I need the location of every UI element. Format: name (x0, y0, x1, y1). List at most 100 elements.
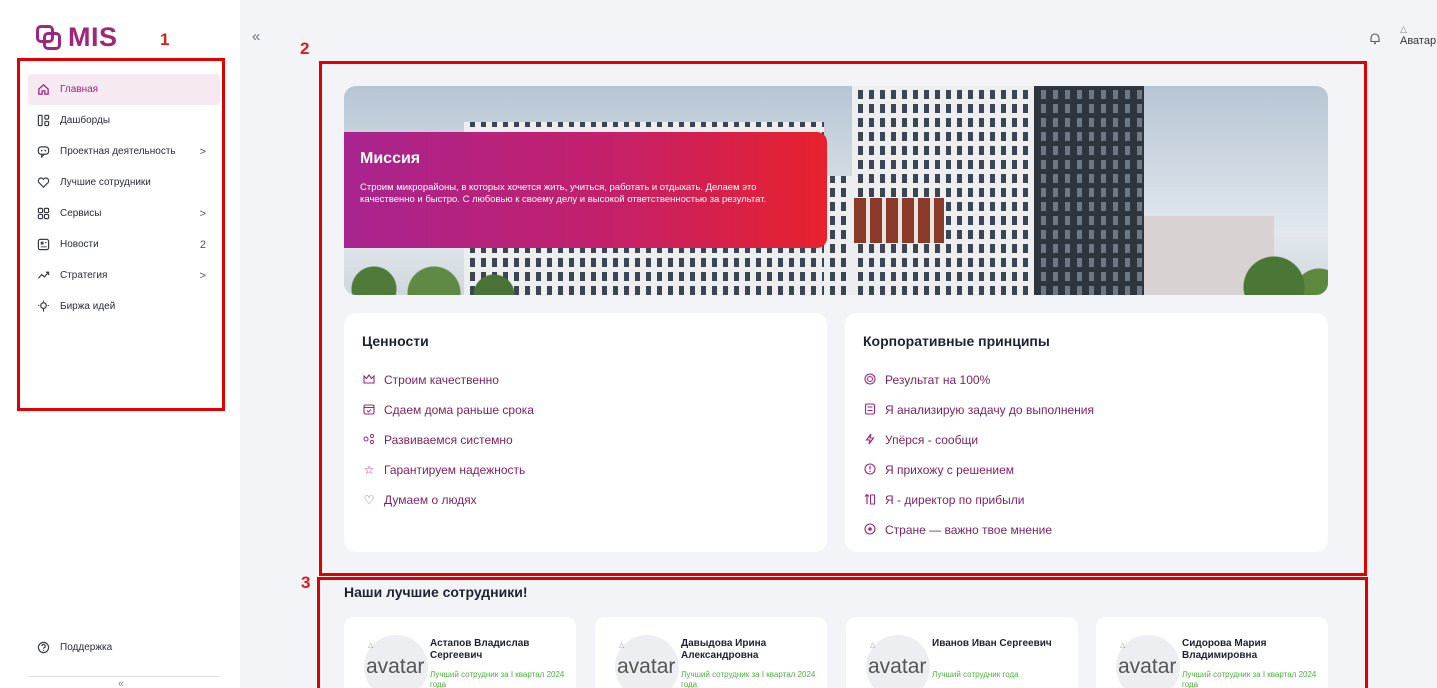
news-icon (36, 238, 50, 252)
collapse-sidebar-button[interactable]: « (252, 28, 260, 45)
grid-icon (36, 207, 50, 221)
mission-banner: Миссия Строим микрорайоны, в которых хоч… (344, 86, 1328, 295)
avatar-alt-text: avatar (868, 655, 927, 678)
sidebar-item-news[interactable]: Новости 2 (28, 229, 220, 260)
principles-title: Корпоративные принципы (863, 333, 1050, 349)
sidebar-item-projects[interactable]: Проектная деятельность > (28, 136, 220, 167)
collapse-sidebar-button[interactable]: « (118, 678, 124, 688)
calculator-icon (863, 402, 877, 418)
chevron-right-icon: > (199, 145, 206, 158)
value-label: Развиваемся системно (384, 433, 513, 447)
support-label: Поддержка (60, 641, 113, 653)
employee-role: Лучший сотрудник за I квартал 2024 года (681, 670, 816, 688)
principles-card: Корпоративные принципы Результат на 100%… (845, 313, 1328, 552)
sidebar-item-services[interactable]: Сервисы > (28, 198, 220, 229)
employee-role: Лучший сотрудник за I квартал 2024 года (430, 670, 565, 688)
value-item: Строим качественно (362, 365, 534, 395)
trees-image (344, 249, 1328, 295)
sidebar-item-strategy[interactable]: Стратегия > (28, 260, 220, 291)
principle-item: Упёрся - сообщи (863, 425, 1094, 455)
principle-label: Я - директор по прибыли (885, 493, 1025, 507)
value-item: ☆ Гарантируем надежность (362, 455, 534, 485)
lightning-icon (863, 433, 877, 448)
value-label: Строим качественно (384, 373, 499, 387)
employee-card[interactable]: △ avatar Иванов Иван Сергеевич Лучший со… (846, 617, 1078, 688)
sidebar-item-label: Проектная деятельность (60, 146, 176, 157)
principle-item: Я - директор по прибыли (863, 485, 1094, 515)
value-item: Развиваемся системно (362, 425, 534, 455)
avatar-alt-text: avatar (617, 655, 676, 678)
value-label: Гарантируем надежность (384, 463, 526, 477)
principle-item: Результат на 100% (863, 365, 1094, 395)
employee-name: Астапов Владислав Сергеевич (430, 638, 530, 661)
principle-item: Я анализирую задачу до выполнения (863, 395, 1094, 425)
avatar-image: △ avatar (603, 631, 675, 688)
crown-icon (362, 373, 376, 388)
value-item: ♡ Думаем о людях (362, 485, 534, 515)
employee-role: Лучший сотрудник за I квартал 2024 года (1182, 670, 1317, 688)
user-avatar[interactable]: △ Аватар (1400, 24, 1437, 54)
star-icon: ☆ (363, 463, 375, 477)
chart-up-icon (863, 493, 877, 508)
sidebar-item-label: Лучшие сотрудники (60, 177, 151, 188)
broken-image-icon: △ (870, 642, 876, 649)
home-icon (36, 83, 50, 97)
employee-name: Сидорова Мария Владимировна (1182, 638, 1267, 661)
bell-icon[interactable] (1369, 32, 1381, 48)
broken-image-icon: △ (368, 642, 374, 649)
bulb-icon (36, 300, 50, 314)
calendar-icon (362, 403, 376, 418)
help-icon (36, 640, 50, 654)
sidebar-item-best-employees[interactable]: Лучшие сотрудники (28, 167, 220, 198)
sidebar-item-home[interactable]: Главная (28, 74, 220, 105)
broken-image-icon: △ (619, 642, 625, 649)
avatar-alt-text: avatar (366, 655, 425, 678)
value-label: Думаем о людях (384, 493, 477, 507)
eye-icon (863, 522, 877, 538)
principle-label: Упёрся - сообщи (885, 433, 979, 447)
logo-text: MIS (68, 22, 118, 52)
divider (28, 676, 220, 677)
principle-label: Стране — важно твое мнение (885, 523, 1053, 537)
values-card: Ценности Строим качественно Сдаем дома р… (344, 313, 827, 552)
alert-icon (863, 462, 877, 478)
principle-label: Я прихожу с решением (885, 463, 1015, 477)
sidebar-item-label: Сервисы (60, 208, 102, 219)
heart-icon (36, 176, 50, 190)
principle-label: Я анализирую задачу до выполнения (885, 403, 1094, 417)
chevron-right-icon: > (199, 269, 206, 282)
building-image (854, 198, 944, 243)
sidebar-item-dashboards[interactable]: Дашборды (28, 105, 220, 136)
mission-title: Миссия (360, 150, 421, 167)
best-employees-title: Наши лучшие сотрудники! (344, 584, 528, 600)
sidebar-item-ideas[interactable]: Биржа идей (28, 291, 220, 322)
annotation-label: 1 (160, 30, 170, 49)
broken-image-icon: △ (1400, 24, 1407, 34)
nodes-icon (362, 433, 376, 448)
logo-icon (36, 24, 62, 51)
value-item: Сдаем дома раньше срока (362, 395, 534, 425)
logo[interactable]: MIS (36, 22, 118, 53)
project-icon (36, 145, 50, 159)
employee-card[interactable]: △ avatar Сидорова Мария Владимировна Луч… (1096, 617, 1328, 688)
mission-card: Миссия Строим микрорайоны, в которых хоч… (344, 132, 827, 248)
sidebar: MIS Главная Дашборды Проектная деятельно… (0, 0, 240, 688)
sidebar-item-label: Новости (60, 239, 99, 250)
avatar-image: △ avatar (854, 631, 926, 688)
principle-item: Стране — важно твое мнение (863, 515, 1094, 545)
heart-icon: ♡ (363, 493, 375, 507)
sidebar-item-label: Дашборды (60, 115, 110, 126)
employee-card[interactable]: △ avatar Астапов Владислав Сергеевич Луч… (344, 617, 576, 688)
values-title: Ценности (362, 333, 429, 349)
mission-text: Строим микрорайоны, в которых хочется жи… (360, 182, 767, 205)
principle-item: Я прихожу с решением (863, 455, 1094, 485)
sidebar-item-label: Стратегия (60, 270, 108, 281)
employee-card[interactable]: △ avatar Давыдова Ирина Александровна Лу… (595, 617, 827, 688)
value-label: Сдаем дома раньше срока (384, 403, 534, 417)
avatar-alt-text: Аватар (1400, 35, 1437, 47)
support-link[interactable]: Поддержка (36, 640, 112, 654)
sidebar-item-label: Биржа идей (60, 301, 116, 312)
principle-label: Результат на 100% (885, 373, 991, 387)
avatar-image: △ avatar (352, 631, 424, 688)
target-icon (863, 372, 877, 388)
